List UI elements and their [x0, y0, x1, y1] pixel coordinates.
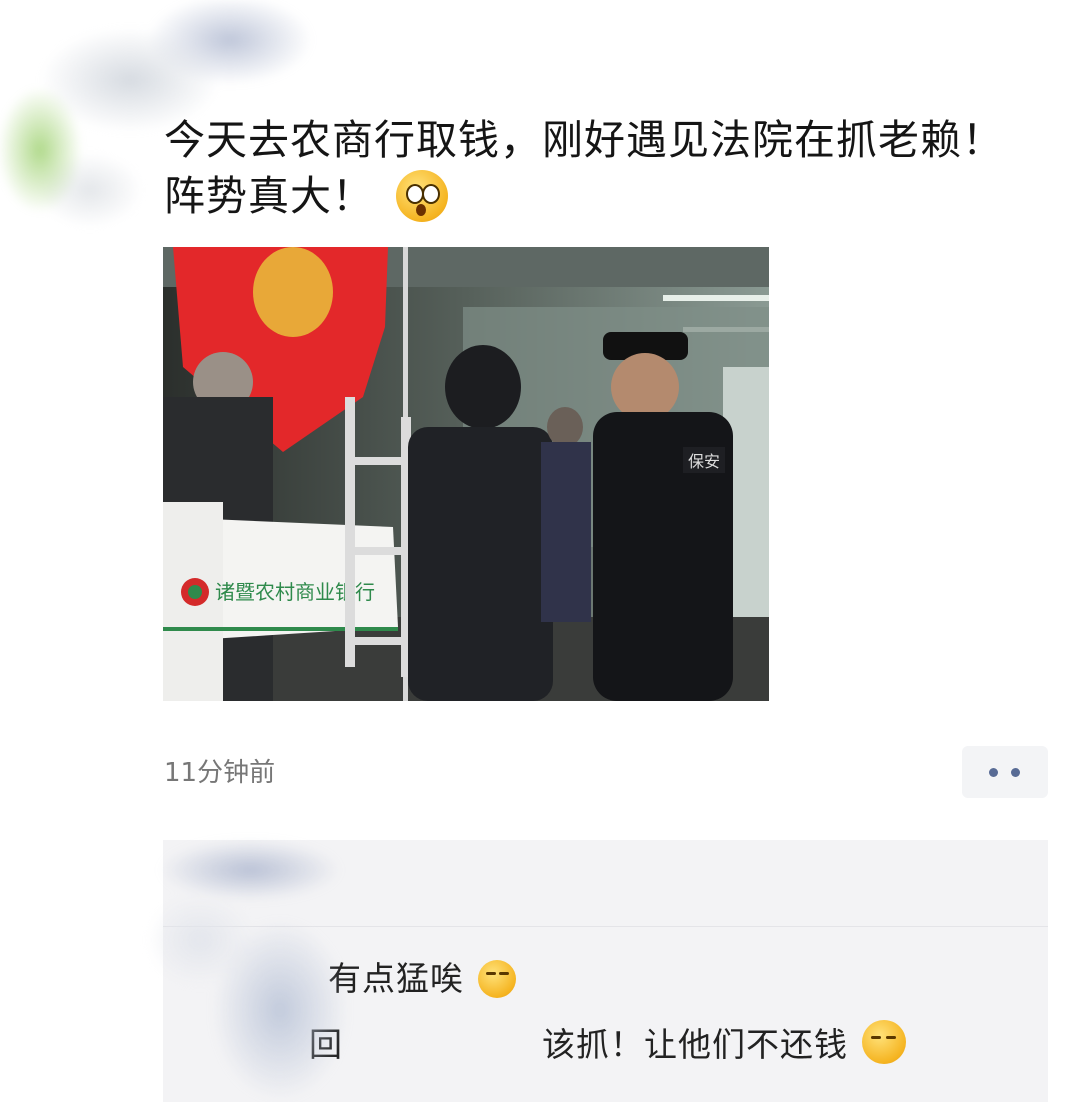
dot-icon	[989, 768, 998, 777]
bank-scene-image: 诸暨农村商业银行 保安	[163, 247, 769, 701]
flushed-face-emoji-icon	[396, 170, 449, 222]
guard-patch-text: 保安	[688, 452, 720, 471]
blurred-commenter-names	[80, 830, 400, 1102]
comment-text: 该抓！让他们不还钱	[542, 1025, 848, 1064]
flushed-face-emoji-icon	[477, 960, 516, 998]
more-actions-button[interactable]	[962, 746, 1048, 798]
post-content: 今天去农商行取钱，刚好遇见法院在抓老赖！阵势真大！	[164, 112, 1024, 224]
dot-icon	[1011, 768, 1020, 777]
post-timestamp: 11分钟前	[164, 758, 276, 788]
unamused-face-emoji-icon	[861, 1020, 906, 1064]
post-photo[interactable]: 诸暨农村商业银行 保安	[163, 247, 769, 701]
post-text: 今天去农商行取钱，刚好遇见法院在抓老赖！阵势真大！	[164, 116, 1004, 220]
